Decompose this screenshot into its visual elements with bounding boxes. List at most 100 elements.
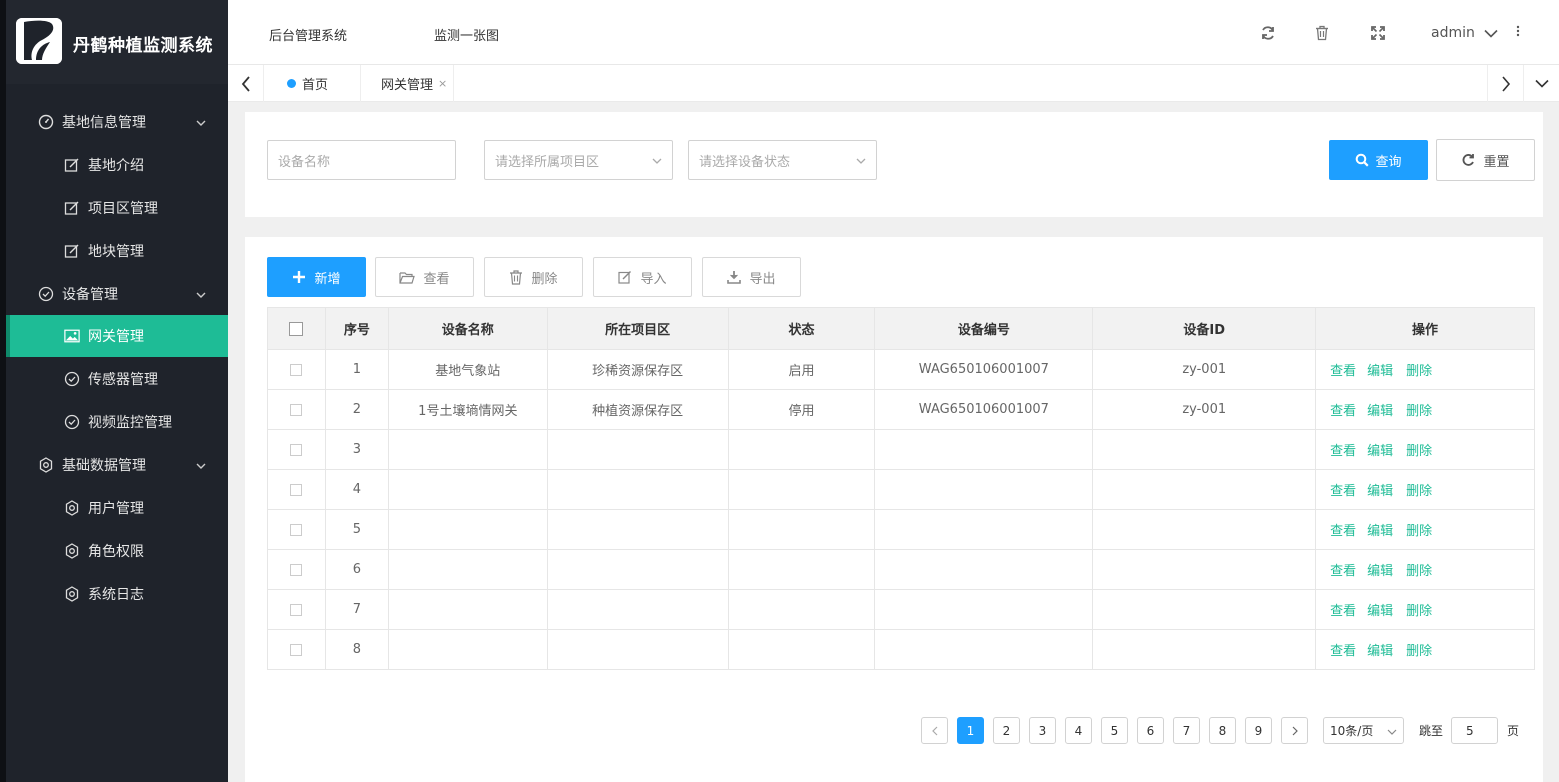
delete-link[interactable]: 删除: [1406, 524, 1432, 539]
sidebar-item-plot[interactable]: 地块管理: [6, 229, 228, 272]
table-row: 1 基地气象站 珍稀资源保存区 启用 WAG650106001007 zy-00…: [267, 349, 1535, 390]
view-link[interactable]: 查看: [1330, 364, 1356, 379]
delete-link[interactable]: 删除: [1406, 364, 1432, 379]
edit-link[interactable]: 编辑: [1367, 524, 1393, 539]
delete-link[interactable]: 删除: [1406, 444, 1432, 459]
delete-link[interactable]: 删除: [1406, 564, 1432, 579]
next-page-icon[interactable]: [1281, 717, 1308, 744]
page-size-select[interactable]: 10条/页: [1323, 717, 1404, 744]
export-button[interactable]: 导出: [702, 257, 801, 297]
cell-id: [1092, 429, 1317, 470]
sidebar-item-sensor[interactable]: 传感器管理: [6, 357, 228, 400]
page-7[interactable]: 7: [1173, 717, 1200, 744]
delete-link[interactable]: 删除: [1406, 644, 1432, 659]
view-link[interactable]: 查看: [1330, 484, 1356, 499]
row-checkbox[interactable]: [267, 509, 326, 550]
col-header-name: 设备名称: [387, 307, 548, 350]
row-checkbox[interactable]: [267, 349, 326, 390]
tab-gateway[interactable]: 网关管理 ×: [362, 65, 454, 102]
tab-scroll-right-icon[interactable]: [1487, 65, 1523, 102]
delete-link[interactable]: 删除: [1406, 484, 1432, 499]
row-checkbox[interactable]: [267, 629, 326, 670]
edit-link[interactable]: 编辑: [1367, 604, 1393, 619]
folder-open-icon: [399, 271, 416, 284]
tab-home[interactable]: 首页: [271, 65, 361, 102]
cell-no: 6: [324, 549, 389, 590]
import-button[interactable]: 导入: [593, 257, 692, 297]
row-checkbox[interactable]: [267, 429, 326, 470]
tab-menu-chevron-down-icon[interactable]: [1523, 65, 1559, 102]
status-select[interactable]: 请选择设备状态: [688, 140, 877, 180]
edit-link[interactable]: 编辑: [1367, 364, 1393, 379]
check-circle-icon: [64, 414, 80, 430]
view-link[interactable]: 查看: [1330, 524, 1356, 539]
brand[interactable]: 丹鹤种植监测系统: [6, 0, 228, 84]
sidebar-item-base-intro[interactable]: 基地介绍: [6, 143, 228, 186]
reset-button[interactable]: 重置: [1436, 139, 1535, 181]
fullscreen-icon[interactable]: [1369, 24, 1387, 42]
gauge-icon: [38, 114, 54, 130]
pagination: 1 2 3 4 5 6 7 8 9 10条/页 跳至 5 页: [921, 717, 1519, 744]
view-link[interactable]: 查看: [1330, 404, 1356, 419]
add-button[interactable]: 新增: [267, 257, 366, 297]
page-2[interactable]: 2: [993, 717, 1020, 744]
sidebar-item-syslog[interactable]: 系统日志: [6, 572, 228, 615]
delete-button[interactable]: 删除: [484, 257, 583, 297]
delete-link[interactable]: 删除: [1406, 604, 1432, 619]
view-link[interactable]: 查看: [1330, 644, 1356, 659]
jump-page-input[interactable]: 5: [1451, 717, 1499, 744]
page-4[interactable]: 4: [1065, 717, 1092, 744]
project-area-select[interactable]: 请选择所属项目区: [484, 140, 673, 180]
edit-link[interactable]: 编辑: [1367, 644, 1393, 659]
view-button[interactable]: 查看: [375, 257, 474, 297]
user-menu[interactable]: admin: [1431, 25, 1498, 41]
sidebar-group-device[interactable]: 设备管理: [6, 272, 228, 315]
cell-code: [874, 469, 1094, 510]
sidebar-group-basic-data[interactable]: 基础数据管理: [6, 443, 228, 486]
row-checkbox[interactable]: [267, 549, 326, 590]
cell-actions: 查看 编辑 删除: [1315, 429, 1535, 470]
edit-link[interactable]: 编辑: [1367, 484, 1393, 499]
page-3[interactable]: 3: [1029, 717, 1056, 744]
view-link[interactable]: 查看: [1330, 564, 1356, 579]
close-icon[interactable]: ×: [438, 77, 447, 90]
more-icon[interactable]: [1516, 25, 1520, 41]
page-5[interactable]: 5: [1101, 717, 1128, 744]
row-checkbox[interactable]: [267, 389, 326, 430]
sidebar-item-user[interactable]: 用户管理: [6, 486, 228, 529]
cell-status: [727, 469, 876, 510]
page-9[interactable]: 9: [1245, 717, 1272, 744]
view-link[interactable]: 查看: [1330, 604, 1356, 619]
prev-page-icon[interactable]: [921, 717, 948, 744]
page-8[interactable]: 8: [1209, 717, 1236, 744]
page-6[interactable]: 6: [1137, 717, 1164, 744]
page-1[interactable]: 1: [957, 717, 984, 744]
row-checkbox[interactable]: [267, 589, 326, 630]
delete-link[interactable]: 删除: [1406, 404, 1432, 419]
nav-monitor-map[interactable]: 监测一张图: [434, 25, 499, 44]
gear-icon: [38, 456, 54, 473]
edit-link[interactable]: 编辑: [1367, 564, 1393, 579]
sidebar-item-label: 地块管理: [88, 243, 144, 260]
refresh-icon[interactable]: [1259, 24, 1277, 42]
sidebar-item-gateway[interactable]: 网关管理: [6, 315, 228, 357]
sidebar-item-video[interactable]: 视频监控管理: [6, 400, 228, 443]
sidebar-group-base-info[interactable]: 基地信息管理: [6, 100, 228, 143]
cell-status: [727, 549, 876, 590]
tab-scroll-left-icon[interactable]: [228, 65, 264, 102]
select-all-checkbox[interactable]: [267, 307, 326, 350]
nav-admin-system[interactable]: 后台管理系统: [269, 25, 347, 44]
trash-icon[interactable]: [1313, 24, 1331, 42]
sidebar-item-project-area[interactable]: 项目区管理: [6, 186, 228, 229]
sidebar-item-role[interactable]: 角色权限: [6, 529, 228, 572]
cell-name: [387, 629, 548, 670]
export-label: 导出: [749, 271, 776, 287]
edit-link[interactable]: 编辑: [1367, 444, 1393, 459]
cell-actions: 查看 编辑 删除: [1315, 389, 1535, 430]
search-button[interactable]: 查询: [1329, 140, 1428, 180]
device-name-input[interactable]: 设备名称: [267, 140, 456, 180]
edit-link[interactable]: 编辑: [1367, 404, 1393, 419]
active-dot-icon: [287, 79, 296, 88]
view-link[interactable]: 查看: [1330, 444, 1356, 459]
row-checkbox[interactable]: [267, 469, 326, 510]
